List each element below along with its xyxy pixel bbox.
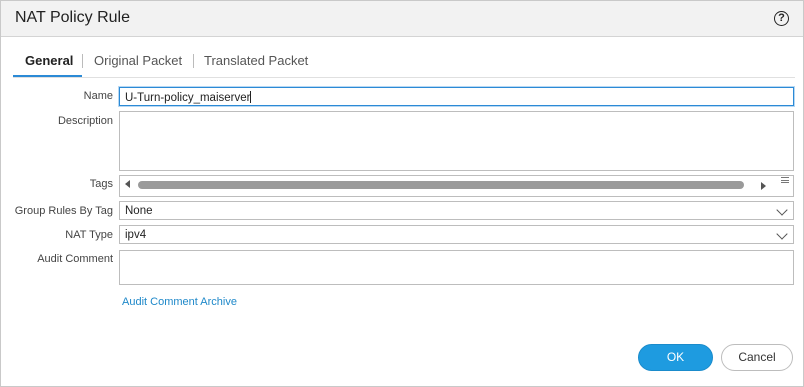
cancel-button[interactable]: Cancel — [721, 344, 793, 371]
name-label: Name — [83, 90, 113, 102]
tags-field[interactable] — [119, 175, 794, 197]
tab-separator — [82, 54, 83, 68]
nat-type-label: NAT Type — [65, 229, 113, 241]
nat-type-select[interactable]: ipv4 — [119, 225, 794, 244]
scroll-right-icon[interactable] — [761, 182, 766, 190]
chevron-down-icon — [776, 228, 788, 240]
nat-type-value: ipv4 — [125, 229, 147, 241]
description-textarea[interactable] — [119, 111, 794, 171]
audit-comment-label: Audit Comment — [37, 253, 113, 265]
tab-separator — [193, 54, 194, 68]
description-label: Description — [57, 115, 113, 127]
nat-policy-rule-dialog: NAT Policy Rule ? General Original Packe… — [0, 0, 804, 387]
audit-comment-archive-link[interactable]: Audit Comment Archive — [122, 296, 237, 308]
tab-original-packet[interactable]: Original Packet — [94, 47, 182, 75]
menu-icon[interactable] — [781, 177, 789, 183]
tabs-divider — [13, 77, 795, 78]
group-rules-select[interactable]: None — [119, 201, 794, 220]
name-input[interactable]: U-Turn-policy_maiserver — [119, 87, 794, 106]
dialog-title: NAT Policy Rule — [15, 9, 130, 26]
name-value: U-Turn-policy_maiserver — [125, 91, 252, 104]
horizontal-scrollbar[interactable] — [138, 181, 744, 189]
help-icon[interactable]: ? — [774, 11, 789, 26]
group-rules-label: Group Rules By Tag — [14, 205, 113, 217]
scroll-left-icon[interactable] — [125, 180, 130, 188]
group-rules-value: None — [125, 205, 153, 217]
audit-comment-textarea[interactable] — [119, 250, 794, 285]
tab-general[interactable]: General — [25, 47, 73, 75]
dialog-titlebar: NAT Policy Rule ? — [1, 1, 803, 37]
chevron-down-icon — [776, 204, 788, 216]
ok-button[interactable]: OK — [638, 344, 713, 371]
text-caret — [250, 91, 252, 103]
tags-label: Tags — [89, 178, 113, 190]
tab-translated-packet[interactable]: Translated Packet — [204, 47, 308, 75]
